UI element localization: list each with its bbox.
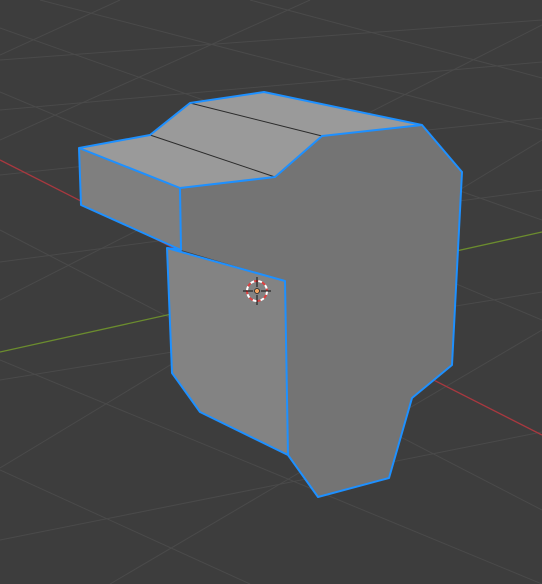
viewport-canvas[interactable] (0, 0, 542, 584)
3d-viewport[interactable] (0, 0, 542, 584)
mesh-face-front-lower[interactable] (167, 248, 288, 455)
mesh-object[interactable] (78, 91, 463, 498)
